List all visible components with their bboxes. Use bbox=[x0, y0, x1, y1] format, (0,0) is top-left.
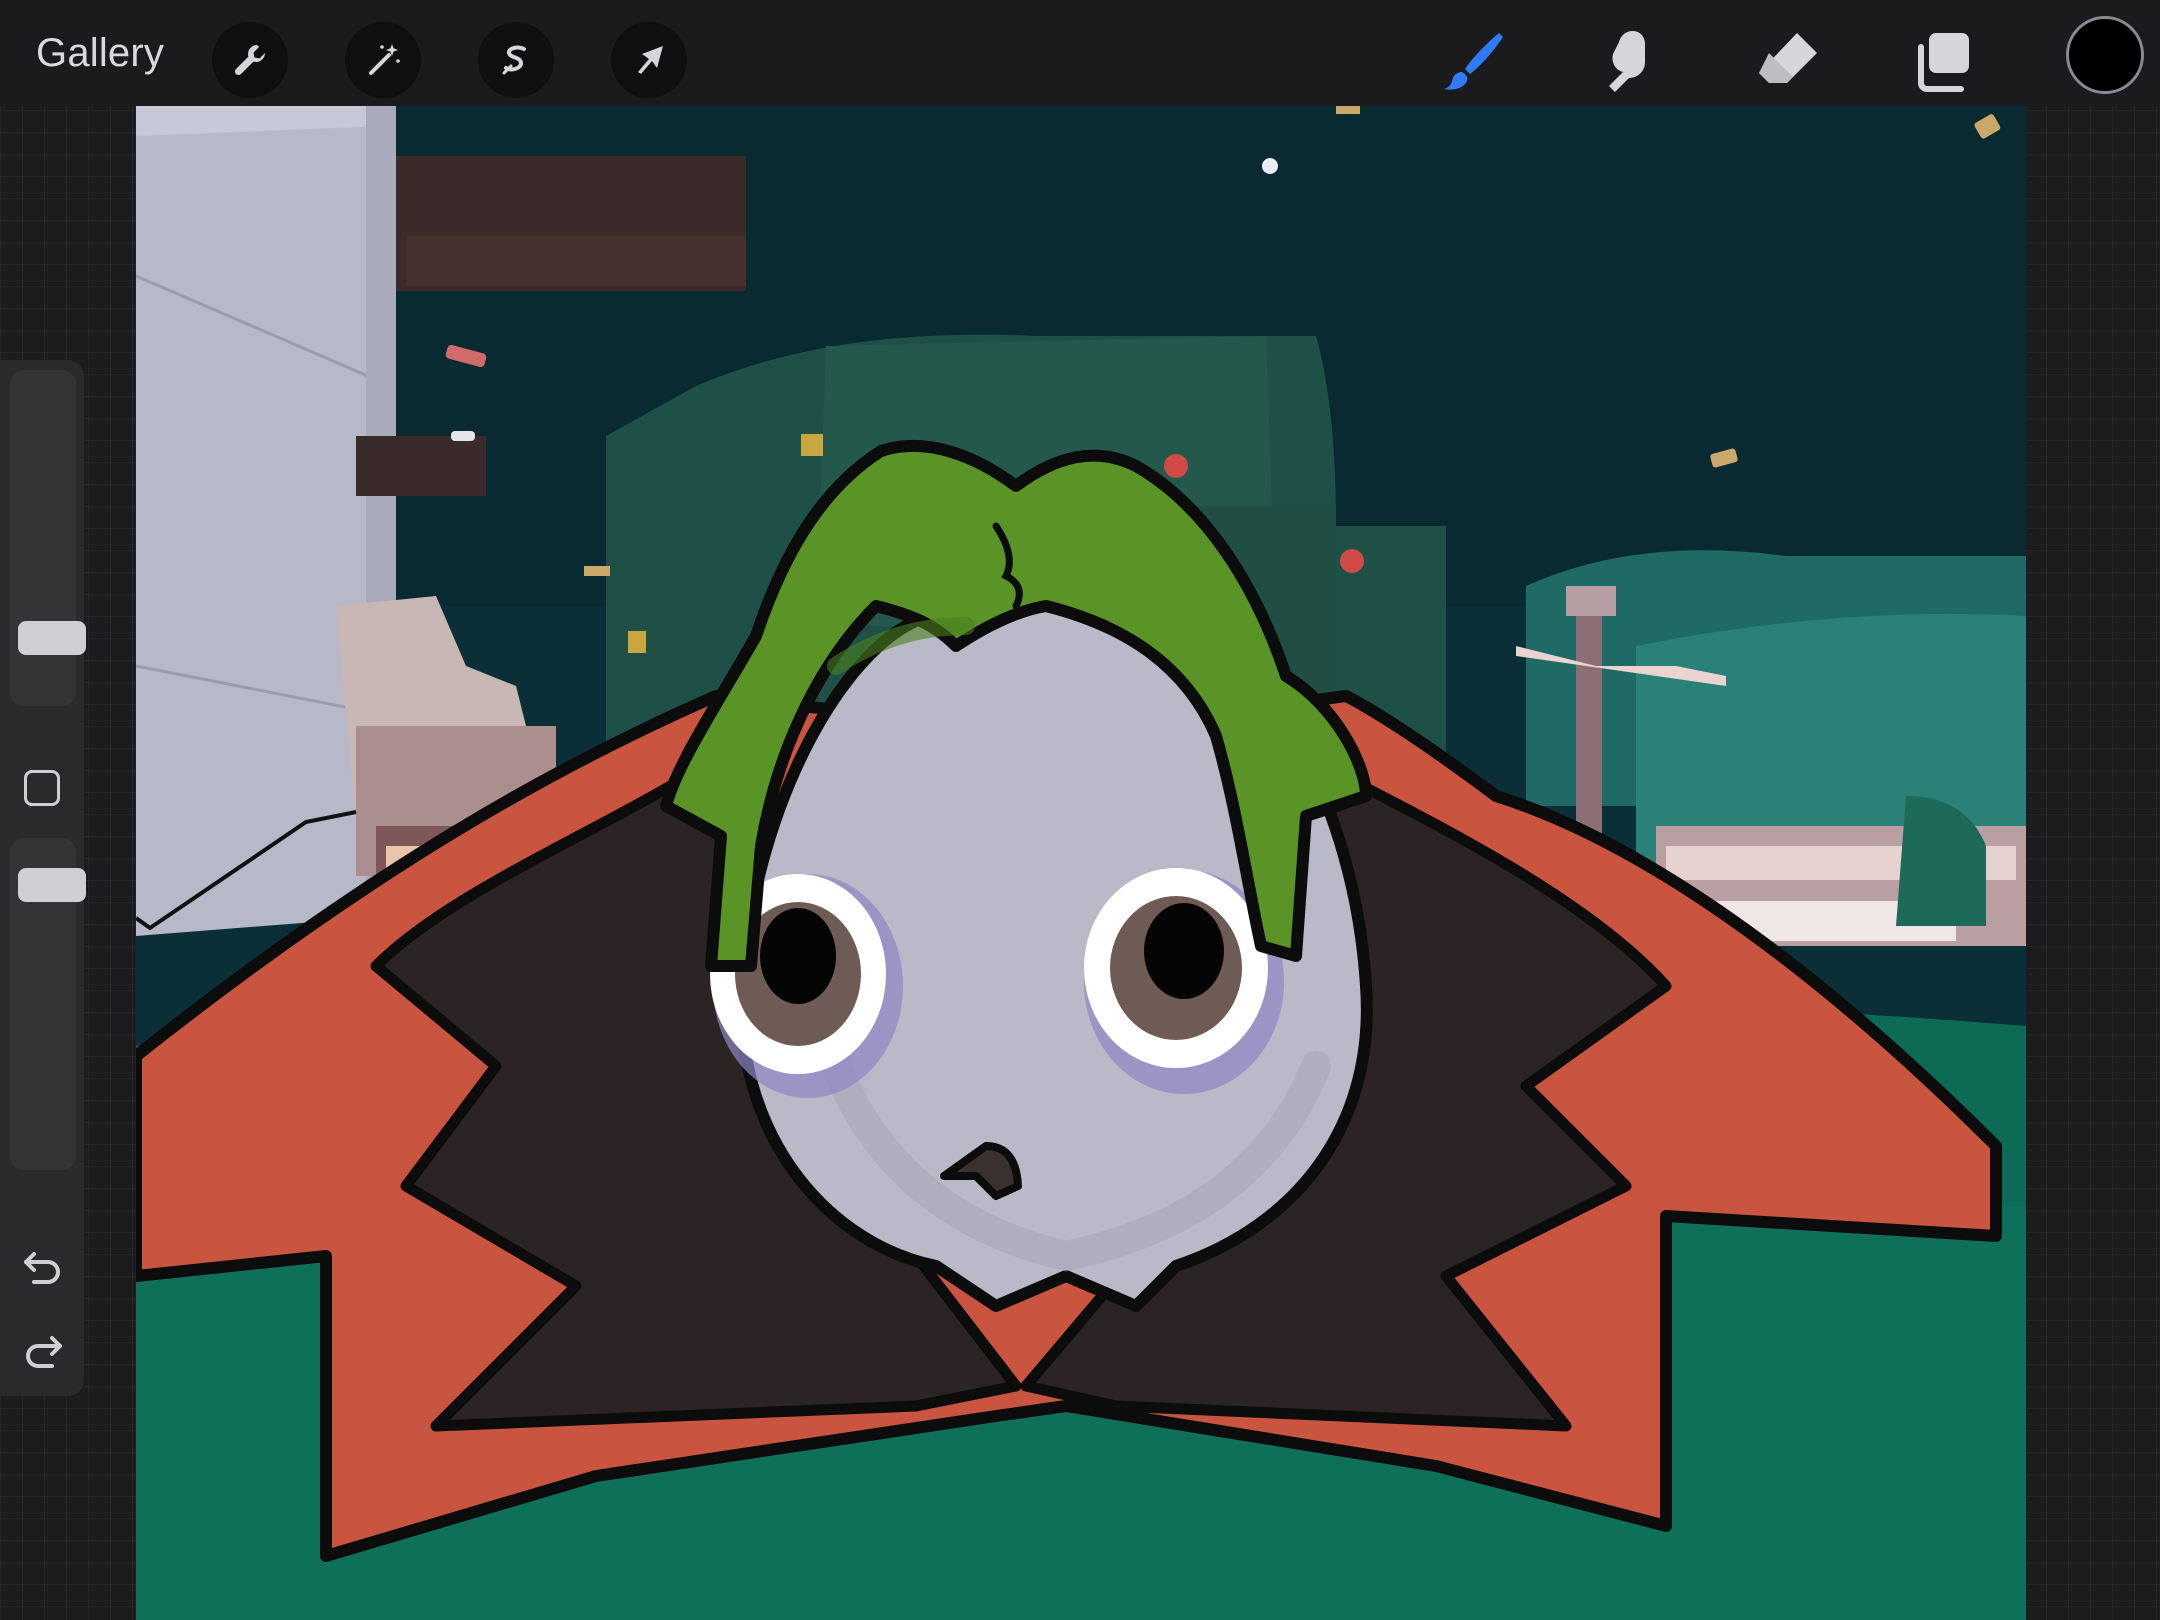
selection-s-icon bbox=[502, 45, 526, 75]
opacity-slider[interactable] bbox=[10, 838, 86, 1170]
artwork bbox=[136, 106, 2026, 1620]
brush-tool-button[interactable] bbox=[1430, 18, 1516, 104]
brush-size-slider[interactable] bbox=[10, 370, 86, 706]
gallery-button[interactable]: Gallery bbox=[36, 28, 164, 78]
left-sidebar bbox=[0, 360, 86, 1396]
actions-button[interactable] bbox=[212, 22, 288, 98]
smudge-finger-icon bbox=[1609, 31, 1645, 92]
wrench-icon bbox=[234, 45, 265, 76]
opacity-thumb[interactable] bbox=[18, 868, 86, 902]
selection-button[interactable] bbox=[478, 22, 554, 98]
arrow-cursor-icon bbox=[638, 46, 663, 74]
color-picker-button[interactable] bbox=[2066, 16, 2144, 94]
brush-icon bbox=[1444, 33, 1503, 90]
modify-button[interactable] bbox=[24, 770, 60, 806]
transform-button[interactable] bbox=[611, 22, 687, 98]
illustration-canvas[interactable] bbox=[136, 106, 2026, 1620]
adjustments-button[interactable] bbox=[345, 22, 421, 98]
undo-icon[interactable] bbox=[20, 1240, 66, 1286]
layers-tool-button[interactable] bbox=[1902, 18, 1988, 104]
magic-wand-icon bbox=[369, 44, 400, 75]
eraser-tool-button[interactable] bbox=[1744, 18, 1830, 104]
redo-icon[interactable] bbox=[20, 1324, 66, 1370]
brush-size-thumb[interactable] bbox=[18, 621, 86, 655]
eraser-icon bbox=[1759, 33, 1817, 83]
layers-icon bbox=[1918, 33, 1969, 92]
smudge-tool-button[interactable] bbox=[1586, 18, 1672, 104]
top-toolbar: Gallery bbox=[0, 0, 2160, 106]
